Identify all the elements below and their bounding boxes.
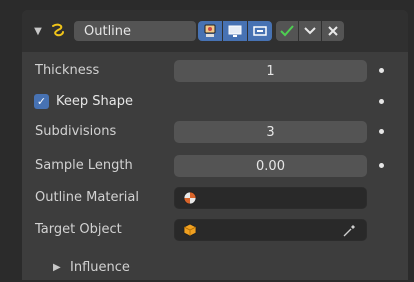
object-cube-icon — [183, 223, 197, 237]
editmode-toggle-button[interactable] — [248, 21, 272, 41]
eyedropper-icon[interactable] — [342, 224, 356, 238]
outline-material-field[interactable] — [174, 187, 367, 209]
subdivisions-label: Subdivisions — [35, 124, 117, 139]
extras-dropdown-button[interactable] — [299, 21, 321, 41]
sample-length-field[interactable]: 0.00 — [174, 155, 367, 177]
render-icon — [204, 24, 216, 37]
close-icon — [328, 26, 338, 36]
keep-shape-keyframe-dot[interactable] — [379, 99, 384, 104]
thickness-row: Thickness 1 — [22, 60, 408, 84]
sample-length-label: Sample Length — [35, 158, 133, 173]
outline-material-label: Outline Material — [35, 190, 139, 205]
remove-modifier-button[interactable] — [322, 21, 344, 41]
drag-handle-icon[interactable] — [370, 25, 388, 37]
dropdown-chevron-icon — [304, 27, 316, 35]
sample-length-row: Sample Length 0.00 — [22, 155, 408, 179]
keep-shape-label[interactable]: Keep Shape — [56, 94, 133, 109]
outline-material-row: Outline Material — [22, 187, 408, 211]
influence-label[interactable]: Influence — [70, 260, 130, 275]
target-object-row: Target Object — [22, 219, 408, 243]
viewport-toggle-button[interactable] — [223, 21, 247, 41]
target-object-label: Target Object — [35, 222, 122, 237]
grease-pencil-icon — [48, 22, 68, 40]
expand-arrow-icon[interactable]: ▶ — [53, 262, 61, 273]
sample-length-keyframe-dot[interactable] — [379, 163, 384, 168]
thickness-label: Thickness — [35, 63, 100, 78]
modifier-name-input-end[interactable] — [180, 21, 196, 41]
material-icon — [183, 191, 197, 205]
keep-shape-row: ✓ Keep Shape — [22, 91, 408, 115]
subdivisions-row: Subdivisions 3 — [22, 121, 408, 145]
keep-shape-checkbox[interactable]: ✓ — [34, 94, 49, 109]
thickness-field[interactable]: 1 — [174, 60, 367, 82]
render-toggle-button[interactable] — [198, 21, 222, 41]
subdivisions-field[interactable]: 3 — [174, 121, 367, 143]
subdivisions-keyframe-dot[interactable] — [379, 129, 384, 134]
editmode-icon — [253, 26, 267, 36]
target-object-field[interactable] — [174, 219, 367, 241]
apply-check-icon — [280, 25, 294, 37]
influence-subpanel-header[interactable]: ▶ Influence — [22, 258, 408, 282]
thickness-keyframe-dot[interactable] — [379, 68, 384, 73]
collapse-arrow-icon[interactable]: ▼ — [32, 23, 44, 39]
viewport-icon — [228, 25, 242, 37]
modifier-name-input[interactable]: Outline — [74, 21, 180, 41]
apply-button[interactable] — [276, 21, 298, 41]
